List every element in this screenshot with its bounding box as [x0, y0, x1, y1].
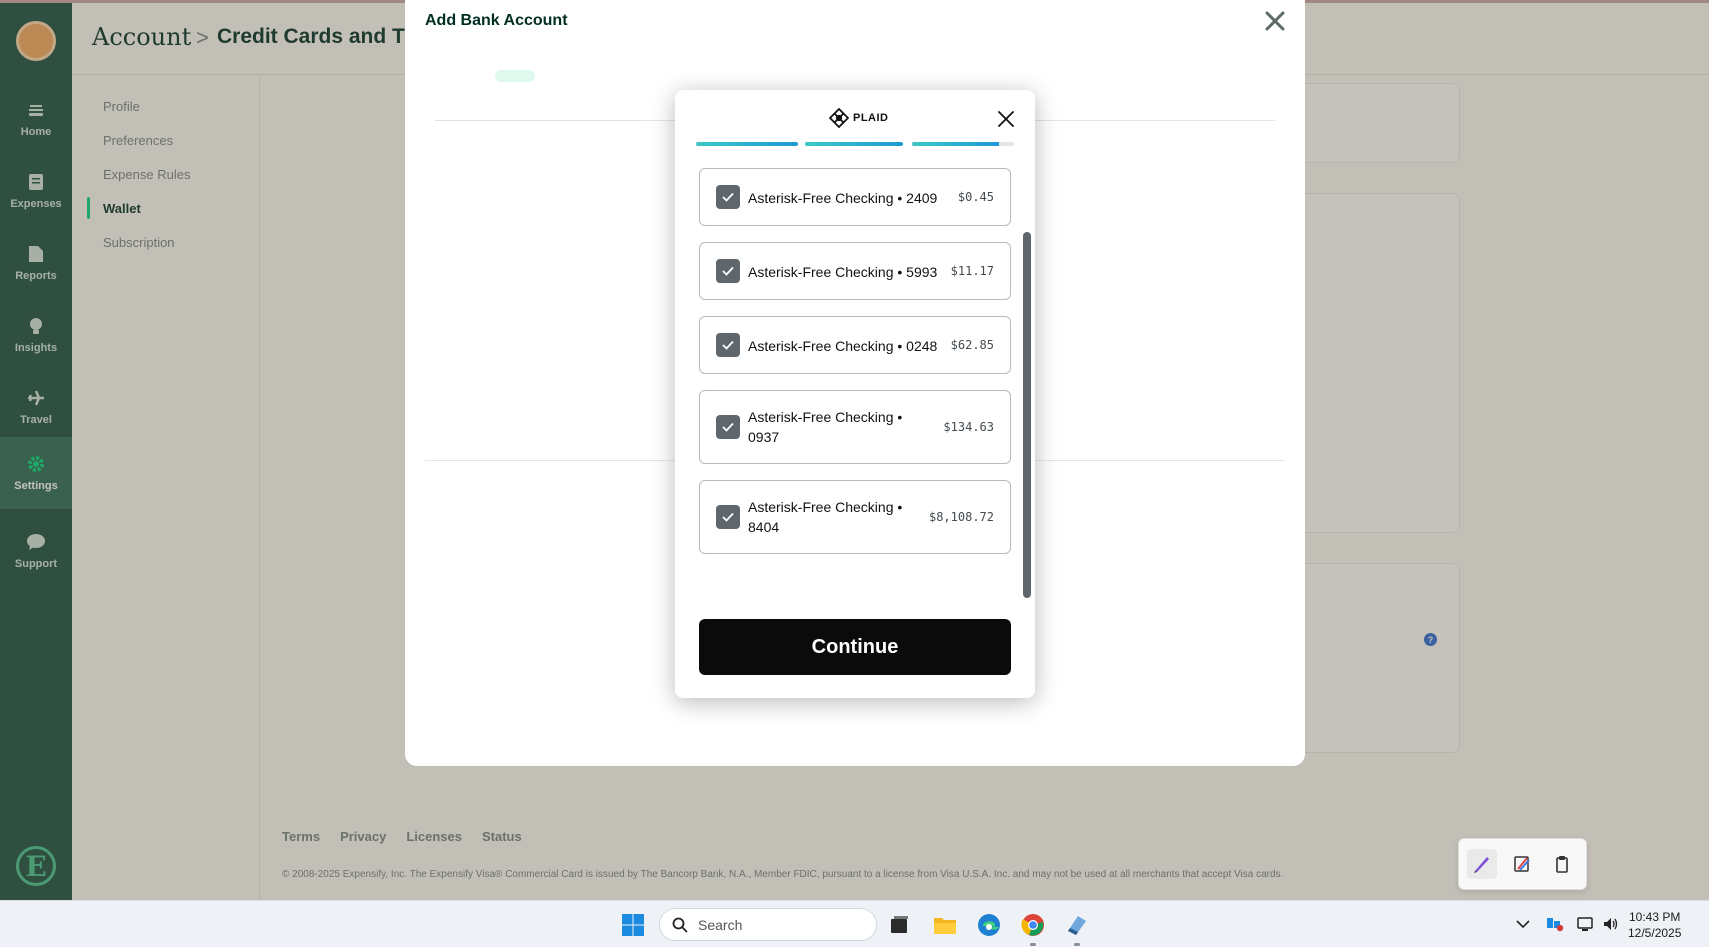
modal-title: Add Bank Account	[425, 12, 568, 29]
account-item[interactable]: Asterisk-Free Checking • 8404 $8,108.72	[699, 480, 1011, 554]
account-balance: $134.63	[943, 420, 994, 434]
running-indicator	[1030, 943, 1036, 946]
account-item[interactable]: Asterisk-Free Checking • 2409 $0.45	[699, 168, 1011, 226]
progress-fill	[912, 142, 999, 146]
account-name: Asterisk-Free Checking • 0248	[748, 338, 938, 354]
clipboard-icon[interactable]	[1547, 849, 1577, 879]
close-icon[interactable]	[1260, 6, 1290, 36]
windows-start-icon[interactable]	[617, 909, 649, 941]
account-name: Asterisk-Free Checking • 2409	[748, 190, 938, 206]
taskbar-search-input[interactable]: Search	[659, 908, 877, 941]
account-item[interactable]: Asterisk-Free Checking • 0248 $62.85	[699, 316, 1011, 374]
progress-segment	[912, 142, 1014, 146]
task-view-icon[interactable]	[883, 909, 915, 941]
account-balance: $8,108.72	[928, 510, 994, 524]
progress-fill	[696, 142, 798, 146]
account-list: Asterisk-Free Checking • 2409 $0.45 Aste…	[699, 168, 1011, 570]
pen-toolbar	[1458, 838, 1587, 890]
clock-time: 10:43 PM	[1629, 910, 1681, 924]
clock-date: 12/5/2025	[1628, 926, 1682, 940]
plaid-grid-icon	[829, 108, 849, 128]
checkmark-icon	[722, 340, 734, 350]
account-balance: $11.17	[950, 264, 994, 278]
checkbox-checked[interactable]	[716, 415, 740, 439]
progress-segment	[805, 142, 903, 146]
account-name: Asterisk-Free Checking • 8404	[748, 499, 903, 535]
file-explorer-icon[interactable]	[929, 909, 961, 941]
windows-taskbar: Search 10:43 PM 12/5/2025	[0, 900, 1709, 947]
system-clock[interactable]: 10:43 PM 12/5/2025	[1628, 909, 1681, 941]
account-item[interactable]: Asterisk-Free Checking • 5993 $11.17	[699, 242, 1011, 300]
scrollbar-thumb[interactable]	[1023, 232, 1031, 598]
account-name: Asterisk-Free Checking • 5993	[748, 264, 938, 280]
checkbox-checked[interactable]	[716, 333, 740, 357]
volume-icon[interactable]	[1601, 914, 1621, 934]
continue-button[interactable]: Continue	[699, 619, 1011, 675]
pen-icon[interactable]	[1467, 849, 1497, 879]
checkmark-icon	[722, 422, 734, 432]
search-placeholder: Search	[698, 916, 743, 933]
account-balance: $62.85	[950, 338, 994, 352]
progress-fill	[805, 142, 903, 146]
checkmark-icon	[722, 512, 734, 522]
plaid-wordmark: PLAID	[853, 112, 889, 124]
plaid-logo: PLAID	[829, 108, 889, 128]
plaid-link-modal: PLAID Asterisk-Free Checking • 2409 $0.4…	[675, 90, 1035, 698]
checkmark-icon	[722, 266, 734, 276]
account-name: Asterisk-Free Checking • 0937	[748, 409, 903, 445]
account-item[interactable]: Asterisk-Free Checking • 0937 $134.63	[699, 390, 1011, 464]
chrome-browser-icon[interactable]	[1017, 909, 1049, 946]
checkbox-checked[interactable]	[716, 259, 740, 283]
search-icon	[672, 917, 688, 933]
network-icon[interactable]	[1575, 914, 1595, 934]
remote-app-icon[interactable]	[1061, 909, 1093, 946]
onedrive-status-icon[interactable]	[1545, 914, 1565, 934]
account-balance: $0.45	[957, 190, 994, 204]
step-dot	[495, 70, 535, 82]
snip-sketch-icon[interactable]	[1507, 849, 1537, 879]
checkmark-icon	[722, 192, 734, 202]
running-indicator	[1074, 943, 1080, 946]
progress-segment	[696, 142, 798, 146]
edge-browser-icon[interactable]	[973, 909, 1005, 941]
checkbox-checked[interactable]	[716, 185, 740, 209]
chevron-up-icon[interactable]	[1513, 914, 1533, 934]
close-icon[interactable]	[995, 108, 1017, 130]
checkbox-checked[interactable]	[716, 505, 740, 529]
